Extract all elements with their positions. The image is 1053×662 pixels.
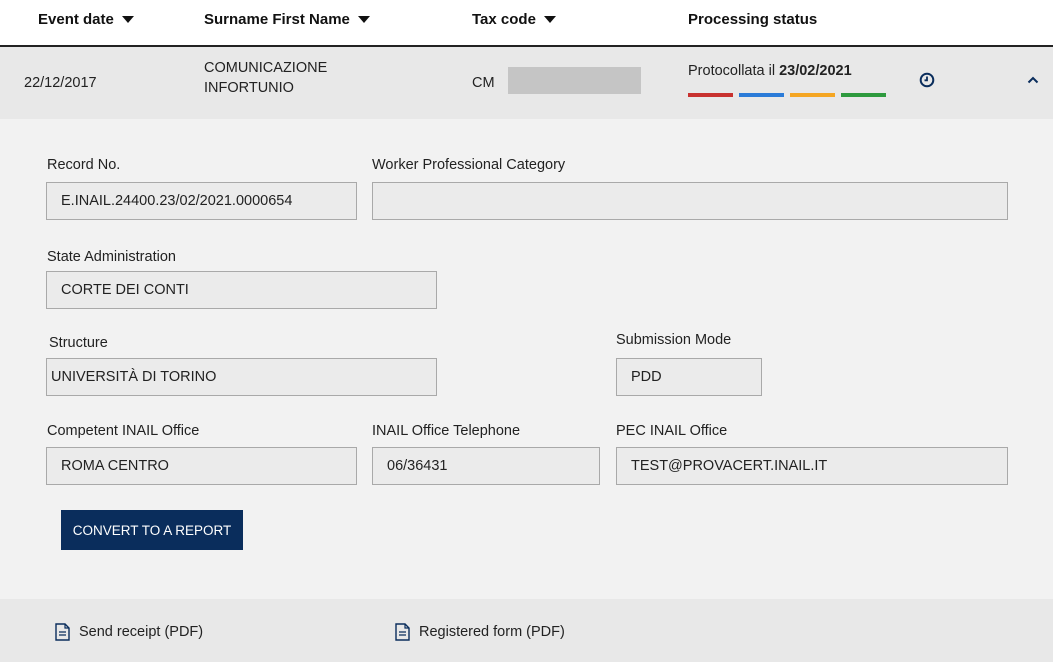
structure-label: Structure [49,335,108,351]
sort-down-icon[interactable] [121,16,134,23]
event-date-cell: 22/12/2017 [24,75,97,91]
state-admin-field[interactable]: CORTE DEI CONTI [46,271,437,309]
column-status: Processing status [688,11,817,28]
pec-office-field[interactable]: TEST@PROVACERT.INAIL.IT [616,447,1008,485]
status-text: Protocollata il [688,63,780,79]
status-progress-bars [688,93,886,97]
worker-category-field[interactable] [372,182,1008,220]
name-line-2: INFORTUNIO [204,80,294,96]
document-icon [55,623,70,641]
name-line-1: COMUNICAZIONE [204,60,328,76]
table-row[interactable]: 22/12/2017 COMUNICAZIONE INFORTUNIO CM P… [0,47,1053,119]
status-bar-green [841,93,886,97]
send-receipt-label: Send receipt (PDF) [79,624,204,640]
record-details-panel: Record No. E.INAIL.24400.23/02/2021.0000… [0,119,1053,599]
column-event-date-label: Event date [38,11,114,28]
tax-code-redaction [508,67,641,94]
office-telephone-label: INAIL Office Telephone [372,423,521,439]
status-bar-red [688,93,733,97]
sort-down-icon[interactable] [357,16,370,23]
submission-mode-label: Submission Mode [616,332,732,348]
column-event-date[interactable]: Event date [38,11,134,28]
column-status-label: Processing status [688,11,818,28]
registered-form-link[interactable]: Registered form (PDF) [395,623,565,641]
pec-office-label: PEC INAIL Office [616,423,728,439]
clock-icon[interactable] [919,72,935,88]
status-bar-blue [739,93,784,97]
document-icon [395,623,410,641]
column-name-label: Surname First Name [204,11,350,28]
worker-category-label: Worker Professional Category [372,157,566,173]
state-admin-label: State Administration [47,249,176,265]
table-header: Event date Surname First Name Tax code P… [0,0,1053,47]
column-tax-code[interactable]: Tax code [472,11,556,28]
column-tax-code-label: Tax code [472,11,536,28]
office-telephone-field[interactable]: 06/36431 [372,447,600,485]
submission-mode-field[interactable]: PDD [616,358,762,396]
sort-down-icon[interactable] [543,16,556,23]
record-no-field[interactable]: E.INAIL.24400.23/02/2021.0000654 [46,182,357,220]
tax-code-cell: CM [472,75,495,91]
status-date: 23/02/2021 [779,63,852,79]
inail-office-label: Competent INAIL Office [47,423,200,439]
status-bar-yellow [790,93,835,97]
inail-office-field[interactable]: ROMA CENTRO [46,447,357,485]
footer-links: Send receipt (PDF) Registered form (PDF) [0,599,1053,662]
registered-form-label: Registered form (PDF) [419,624,565,640]
status-cell: Protocollata il 23/02/2021 [688,61,852,81]
send-receipt-link[interactable]: Send receipt (PDF) [55,623,203,641]
record-no-label: Record No. [47,157,121,173]
convert-to-report-button[interactable]: CONVERT TO A REPORT [61,510,243,550]
column-name[interactable]: Surname First Name [204,11,370,28]
name-cell: COMUNICAZIONE INFORTUNIO [204,58,327,98]
chevron-up-icon[interactable] [1027,75,1039,85]
structure-field[interactable]: UNIVERSITÀ DI TORINO [46,358,437,396]
